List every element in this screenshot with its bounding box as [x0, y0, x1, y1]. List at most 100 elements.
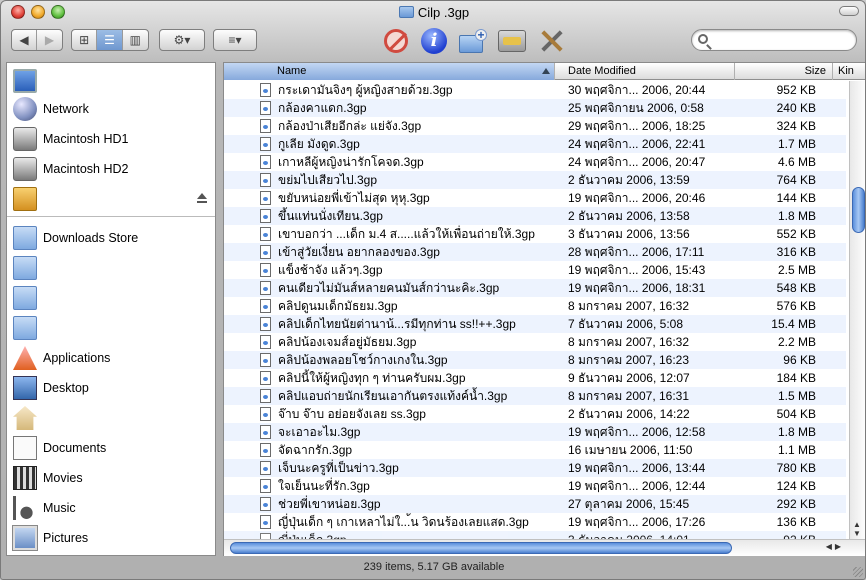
table-row[interactable]: คลิปเด็กไทยนัยต่านาน้...รมีทุกท่าน ss!!+… [224, 315, 846, 333]
eject-icon[interactable] [197, 193, 207, 203]
file-name: ขย่มไปเสียวไป.3gp [278, 173, 377, 187]
movie-file-icon [260, 245, 271, 259]
action-menu[interactable]: ⚙▾ [159, 29, 205, 51]
folder-icon [13, 286, 37, 310]
table-row[interactable]: จัดฉากรัก.3gp 16 เมษายน 2006, 11:50 1.1 MB [224, 441, 846, 459]
icon-view-button[interactable]: ⊞ [72, 30, 98, 50]
sidebar-item-computer[interactable] [13, 67, 213, 95]
search-field[interactable] [691, 29, 857, 51]
search-input[interactable] [712, 32, 847, 48]
table-row[interactable]: เขาบอกว่า ...เด็ก ม.4 ส.....แล้วให้เพื่อ… [224, 225, 846, 243]
vertical-scrollbar[interactable]: ▲ ▼ [849, 81, 865, 540]
table-row[interactable]: คลิปนี้ให้ผู้หญิงทุก ๆ ท่านครับผม.3gp 9 ธ… [224, 369, 846, 387]
movie-file-icon [260, 155, 271, 169]
movie-file-icon [260, 515, 271, 529]
sidebar-item-documents[interactable]: Documents [13, 434, 213, 462]
window-title: Cilp .3gp [1, 5, 865, 20]
stop-button[interactable] [381, 26, 411, 56]
column-header-kind[interactable]: Kin [833, 63, 865, 80]
sidebar-item-pictures[interactable]: Pictures [12, 524, 213, 552]
toolbar-toggle-button[interactable] [839, 6, 859, 16]
movie-file-icon [260, 353, 271, 367]
horizontal-scrollbar[interactable]: ◀▶ [224, 539, 865, 556]
vertical-scroll-thumb[interactable] [852, 187, 865, 233]
file-name: กล้องคาแดก.3gp [278, 101, 367, 115]
file-name: เขาบอกว่า ...เด็ก ม.4 ส.....แล้วให้เพื่อ… [278, 227, 535, 241]
file-size: 1.5 MB [777, 389, 816, 403]
table-row[interactable]: ขย่มไปเสียวไป.3gp 2 ธันวาคม 2006, 13:59 76… [224, 171, 846, 189]
sidebar-item-folder[interactable] [13, 314, 213, 342]
table-row[interactable]: ใจเย็นนะที่รัก.3gp 19 พฤศจิกา... 2006, 12… [224, 477, 846, 495]
table-row[interactable]: กล้องคาแดก.3gp 25 พฤศจิกายน 2006, 0:58 240… [224, 99, 846, 117]
forward-button[interactable]: ▶ [37, 30, 62, 50]
table-row[interactable]: แข็งช้าจัง แล้วๆ.3gp 19 พฤศจิกา... 2006, … [224, 261, 846, 279]
new-folder-button[interactable]: + [458, 26, 488, 56]
sidebar-item-usb-drive[interactable] [13, 185, 213, 213]
table-row[interactable]: จ๊าบ จ๊าบ อย่อยจังเลย ss.3gp 2 ธันวาคม 20… [224, 405, 846, 423]
file-date: 8 มกราคม 2007, 16:31 [568, 389, 690, 403]
column-header-name[interactable]: Name [224, 63, 555, 80]
sidebar-item-label: Movies [43, 471, 83, 485]
movie-file-icon [260, 317, 271, 331]
sidebar-item-macintosh-hd2[interactable]: Macintosh HD2 [13, 155, 213, 183]
table-row[interactable]: เจ็บนะครูที่เป็นข่าว.3gp 19 พฤศจิกา... 20… [224, 459, 846, 477]
table-row[interactable]: คลิปน้องพลอยโชว์กางเกงใน.3gp 8 มกราคม 200… [224, 351, 846, 369]
column-view-button[interactable]: ▥ [123, 30, 148, 50]
table-row[interactable]: คลิปแอบถ่ายนักเรียนเอากันตรงแท้งค์น้ำ.3g… [224, 387, 846, 405]
movie-file-icon [260, 335, 271, 349]
burn-button[interactable] [497, 26, 527, 56]
movie-file-icon [260, 497, 271, 511]
scroll-arrows-icon[interactable]: ▲ ▼ [853, 520, 861, 538]
file-date: 3 ธันวาคม 2006, 13:56 [568, 227, 690, 241]
file-date: 30 พฤศจิกา... 2006, 20:44 [568, 83, 706, 97]
file-size: 1.7 MB [777, 137, 816, 151]
table-row[interactable]: คลิปน้องเจมส์อยู่มัธยม.3gp 8 มกราคม 2007,… [224, 333, 846, 351]
table-row[interactable]: จะเอาอะไม.3gp 19 พฤศจิกา... 2006, 12:58 1.… [224, 423, 846, 441]
movie-file-icon [260, 119, 271, 133]
arrange-menu[interactable]: ≡▾ [213, 29, 257, 51]
file-date: 25 พฤศจิกายน 2006, 0:58 [568, 101, 704, 115]
table-row[interactable]: ขึ้นแท่นนั่งเทียน.3gp 2 ธันวาคม 2006, 13:… [224, 207, 846, 225]
file-date: 29 พฤศจิกา... 2006, 18:25 [568, 119, 706, 133]
folder-icon [398, 6, 414, 18]
table-row[interactable]: เกาหลีผู้หญิงน่ารักโคจด.3gp 24 พฤศจิกา...… [224, 153, 846, 171]
sidebar-item-downloads-store[interactable]: Downloads Store [13, 224, 213, 252]
table-row[interactable]: ขยับหน่อยพี่เข้าไม่สุด หุหุ.3gp 19 พฤศจิก… [224, 189, 846, 207]
title-bar[interactable]: Cilp .3gp [1, 1, 865, 25]
file-date: 19 พฤศจิกา... 2006, 20:46 [568, 191, 706, 205]
sidebar-item-home[interactable] [13, 404, 213, 432]
column-header-date[interactable]: Date Modified [563, 63, 735, 80]
gear-icon: ⚙▾ [173, 33, 191, 47]
table-row[interactable]: กูเลีย มังดูด.3gp 24 พฤศจิกา... 2006, 22:… [224, 135, 846, 153]
sidebar-item-music[interactable]: Music [13, 494, 213, 522]
sidebar-item-applications[interactable]: Applications [13, 344, 213, 372]
horizontal-scroll-thumb[interactable] [230, 542, 732, 554]
file-size: 548 KB [776, 281, 816, 295]
sidebar-item-label: Pictures [43, 531, 89, 545]
table-row[interactable]: เข้าสู่วัยเงี่ยน อยากลองของ.3gp 28 พฤศจิก… [224, 243, 846, 261]
sidebar-item-movies[interactable]: Movies [13, 464, 213, 492]
get-info-button[interactable]: i [419, 26, 449, 56]
file-date: 19 พฤศจิกา... 2006, 18:31 [568, 281, 706, 295]
sidebar-item-macintosh-hd1[interactable]: Macintosh HD1 [13, 125, 213, 153]
table-row[interactable]: คลิปดูนมเด็กมัธยม.3gp 8 มกราคม 2007, 16:3… [224, 297, 846, 315]
file-date: 24 พฤศจิกา... 2006, 22:41 [568, 137, 706, 151]
list-view-button[interactable]: ☰ [97, 30, 123, 50]
file-date: 19 พฤศจิกา... 2006, 13:44 [568, 461, 706, 475]
utilities-button[interactable] [537, 26, 567, 56]
resize-grip-icon[interactable] [853, 567, 863, 577]
sidebar-item-network[interactable]: Network [13, 95, 213, 123]
table-row[interactable]: กล้องป่าเสียอีกล่ะ แย่จัง.3gp 29 พฤศจิกา.… [224, 117, 846, 135]
table-row[interactable]: กระเดามันจิงๆ ผู้หญิงสายด้วย.3gp 30 พฤศจิ… [224, 81, 846, 99]
table-row[interactable]: ญี่ปุ่นเด็ก ๆ เกาเหลาไม่ใ...้น วิดนร้องเ… [224, 513, 846, 531]
sidebar-item-folder[interactable] [13, 254, 213, 282]
disk-icon [13, 127, 37, 151]
sidebar-item-desktop[interactable]: Desktop [13, 374, 213, 402]
column-header-size[interactable]: Size [735, 63, 833, 80]
sidebar-item-folder[interactable] [13, 284, 213, 312]
scroll-arrows-icon[interactable]: ◀▶ [826, 542, 844, 551]
table-row[interactable]: ช่วยพี่เขาหน่อย.3gp 27 ตุลาคม 2006, 15:45… [224, 495, 846, 513]
back-button[interactable]: ◀ [12, 30, 38, 50]
file-name: ขยับหน่อยพี่เข้าไม่สุด หุหุ.3gp [278, 191, 430, 205]
table-row[interactable]: คนเดียวไม่มันส์หลายคนมันส์กว่านะคิะ.3gp 1… [224, 279, 846, 297]
